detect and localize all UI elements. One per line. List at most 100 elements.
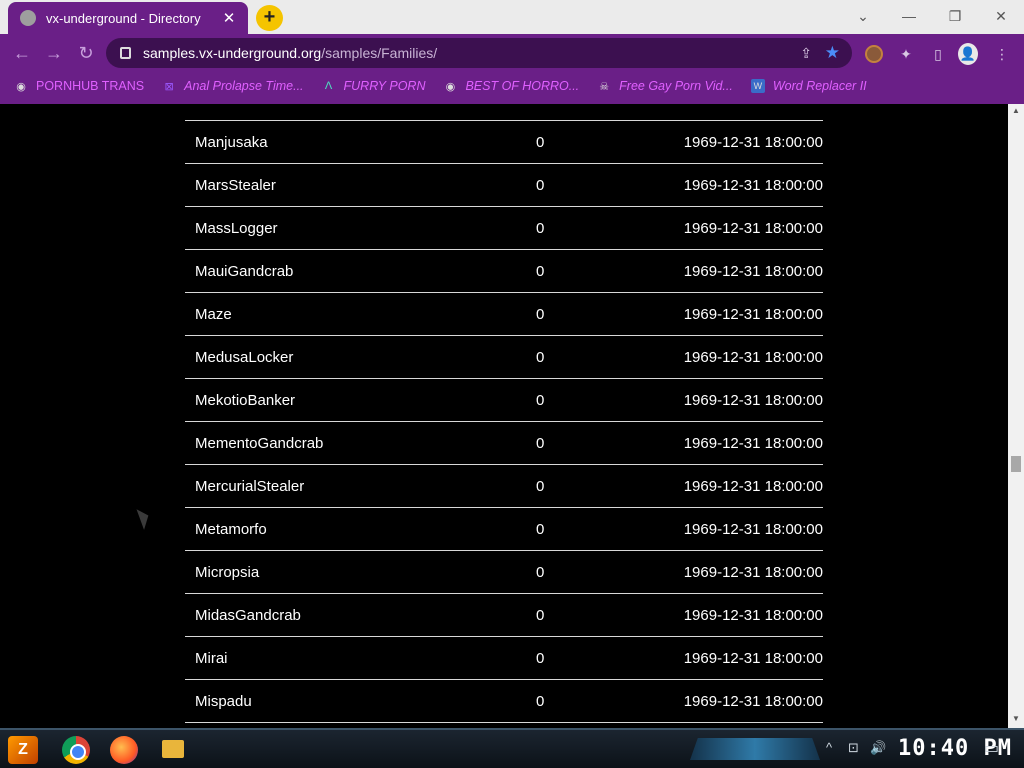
profile-avatar: 👤: [958, 43, 978, 65]
bookmark-item[interactable]: ☠ Free Gay Porn Vid...: [597, 79, 733, 93]
url-host: samples.vx-underground.org: [143, 45, 322, 61]
file-size: 0: [536, 693, 545, 710]
table-row[interactable]: MedusaLocker 0 1969-12-31 18:00:00: [185, 335, 823, 378]
scroll-down-icon[interactable]: ▼: [1011, 714, 1021, 724]
bookmarks-bar: ◉ PORNHUB TRANS ⊠ Anal Prolapse Time... ΛF…: [0, 72, 1024, 100]
forward-button[interactable]: →: [42, 41, 66, 65]
file-name-link[interactable]: Micropsia: [195, 564, 259, 581]
tab-close-icon[interactable]: ✕: [218, 9, 240, 27]
file-name-link[interactable]: MauiGandcrab: [195, 263, 293, 280]
bookmark-item[interactable]: ◉ PORNHUB TRANS: [14, 79, 144, 93]
extension-avatar-icon[interactable]: [864, 44, 884, 64]
file-date: 1969-12-31 18:00:00: [683, 306, 823, 323]
bookmark-item[interactable]: W Word Replacer II: [750, 79, 867, 93]
taskbar: Z ^ ⊡ 🔊 10:40 PM ▭: [0, 728, 1024, 768]
profile-icon[interactable]: 👤: [958, 43, 978, 65]
table-row[interactable]: MercurialStealer 0 1969-12-31 18:00:00: [185, 464, 823, 507]
table-row[interactable]: MidasGandcrab 0 1969-12-31 18:00:00: [185, 593, 823, 636]
directory-listing: Manjusaka 0 1969-12-31 18:00:00 MarsStealer…: [185, 120, 823, 723]
file-name-link[interactable]: Mirai: [195, 650, 228, 667]
table-row[interactable]: Mispadu 0 1969-12-31 18:00:00: [185, 679, 823, 722]
file-name-link[interactable]: Mispadu: [195, 693, 252, 710]
table-row[interactable]: Mirai 0 1969-12-31 18:00:00: [185, 636, 823, 679]
new-tab-button[interactable]: +: [256, 5, 283, 31]
tray-chevron-icon[interactable]: ^: [826, 740, 832, 755]
bookmark-label: Anal Prolapse Time...: [184, 79, 304, 93]
globe-icon: ◉: [445, 80, 456, 93]
page-content: Manjusaka 0 1969-12-31 18:00:00 MarsStealer…: [0, 104, 1008, 728]
file-name-link[interactable]: MidasGandcrab: [195, 607, 301, 624]
file-size: 0: [536, 650, 545, 667]
start-button[interactable]: Z: [8, 736, 38, 764]
file-size: 0: [536, 177, 545, 194]
skull-icon: ☠: [599, 80, 610, 93]
file-name-link[interactable]: MementoGandcrab: [195, 435, 323, 452]
reload-button[interactable]: ↻: [74, 41, 98, 65]
minimize-button[interactable]: —: [886, 0, 932, 32]
restore-button[interactable]: ❐: [932, 0, 978, 32]
file-date: 1969-12-31 18:00:00: [683, 693, 823, 710]
share-icon[interactable]: ⇪: [800, 45, 812, 62]
file-name-link[interactable]: Manjusaka: [195, 134, 268, 151]
bookmark-item[interactable]: ⊠ Anal Prolapse Time...: [162, 79, 304, 93]
file-name-link[interactable]: MassLogger: [195, 220, 278, 237]
table-row[interactable]: MassLogger 0 1969-12-31 18:00:00: [185, 206, 823, 249]
table-row[interactable]: MekotioBanker 0 1969-12-31 18:00:00: [185, 378, 823, 421]
bookmark-item[interactable]: ◉ BEST OF HORRO...: [443, 79, 579, 93]
bookmark-label: Word Replacer II: [772, 79, 867, 93]
scrollbar-thumb[interactable]: [1011, 456, 1021, 472]
file-date: 1969-12-31 18:00:00: [683, 392, 823, 409]
table-row[interactable]: MarsStealer 0 1969-12-31 18:00:00: [185, 163, 823, 206]
url-text[interactable]: samples.vx-underground.org/samples/Famil…: [143, 45, 437, 61]
side-panel-icon[interactable]: ▯: [928, 44, 948, 64]
table-row[interactable]: Manjusaka 0 1969-12-31 18:00:00: [185, 120, 823, 163]
back-button[interactable]: ←: [10, 41, 34, 65]
table-row[interactable]: MauiGandcrab 0 1969-12-31 18:00:00: [185, 249, 823, 292]
mouse-cursor-icon: [136, 506, 153, 530]
menu-icon[interactable]: ⋮: [992, 44, 1012, 64]
address-bar[interactable]: samples.vx-underground.org/samples/Famil…: [106, 38, 852, 68]
close-window-button[interactable]: ✕: [978, 0, 1024, 32]
file-name-link[interactable]: MedusaLocker: [195, 349, 293, 366]
file-name-link[interactable]: Metamorfo: [195, 521, 267, 538]
file-date: 1969-12-31 18:00:00: [683, 607, 823, 624]
file-explorer-icon[interactable]: [162, 740, 184, 758]
tab-active[interactable]: vx-underground - Directory ✕: [8, 2, 248, 34]
file-name-link[interactable]: MarsStealer: [195, 177, 276, 194]
file-name-link[interactable]: MercurialStealer: [195, 478, 304, 495]
table-row[interactable]: Maze 0 1969-12-31 18:00:00: [185, 292, 823, 335]
tab-search-icon[interactable]: ⌄: [840, 0, 886, 32]
browser-chrome: vx-underground - Directory ✕ + ⌄ — ❐ ✕ ←…: [0, 0, 1024, 104]
favicon-icon: [20, 10, 36, 26]
extensions-icon[interactable]: ✦: [896, 44, 916, 64]
lock-icon[interactable]: [120, 47, 131, 59]
volume-icon[interactable]: 🔊: [870, 740, 886, 756]
scroll-up-icon[interactable]: ▲: [1011, 106, 1021, 116]
file-size: 0: [536, 435, 545, 452]
file-name-link[interactable]: MekotioBanker: [195, 392, 295, 409]
file-date: 1969-12-31 18:00:00: [683, 134, 823, 151]
network-icon[interactable]: ⊡: [848, 740, 859, 756]
bookmark-star-icon[interactable]: ★: [825, 43, 840, 63]
bookmark-item[interactable]: Λ FURRY PORN: [322, 79, 426, 93]
file-date: 1969-12-31 18:00:00: [683, 435, 823, 452]
file-size: 0: [536, 607, 545, 624]
chrome-taskbar-icon[interactable]: [62, 736, 90, 764]
table-row[interactable]: MementoGandcrab 0 1969-12-31 18:00:00: [185, 421, 823, 464]
taskbar-decoration: [690, 738, 820, 760]
firefox-taskbar-icon[interactable]: [110, 736, 138, 764]
table-row[interactable]: Metamorfo 0 1969-12-31 18:00:00: [185, 507, 823, 550]
file-size: 0: [536, 478, 545, 495]
scrollbar[interactable]: ▲ ▼: [1008, 104, 1024, 728]
file-name-link[interactable]: Maze: [195, 306, 232, 323]
url-path: /samples/Families/: [321, 45, 438, 61]
file-size: 0: [536, 521, 545, 538]
globe-icon: ◉: [16, 80, 26, 93]
table-row[interactable]: Micropsia 0 1969-12-31 18:00:00: [185, 550, 823, 593]
file-date: 1969-12-31 18:00:00: [683, 564, 823, 581]
toolbar: ← → ↻ samples.vx-underground.org/samples…: [0, 34, 1024, 72]
notifications-icon[interactable]: ▭: [984, 738, 999, 758]
file-date: 1969-12-31 18:00:00: [683, 478, 823, 495]
file-size: 0: [536, 392, 545, 409]
file-size: 0: [536, 349, 545, 366]
